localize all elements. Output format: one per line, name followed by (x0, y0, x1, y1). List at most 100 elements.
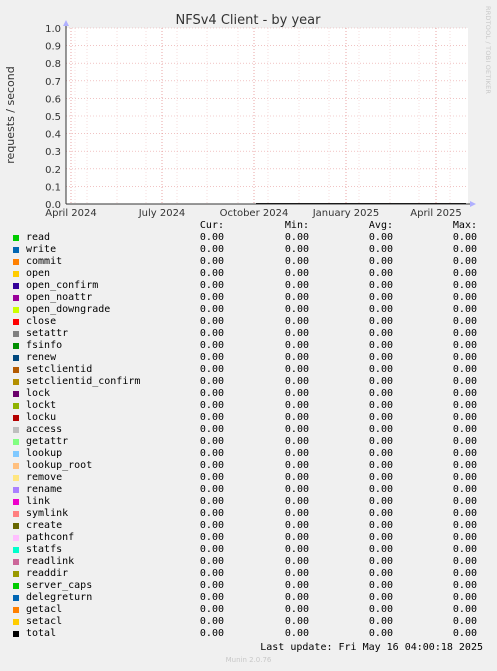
legend-row: total 0.00 0.00 0.00 0.00 (0, 628, 497, 640)
legend-min-value: 0.00 (284, 256, 309, 267)
legend-series-name: locku (26, 412, 57, 423)
legend-cur-value: 0.00 (199, 316, 224, 327)
legend-swatch (13, 355, 19, 361)
munin-version: Munin 2.0.76 (225, 656, 272, 664)
legend-max-value: 0.00 (452, 520, 477, 531)
legend-series-name: delegreturn (26, 592, 93, 603)
legend-max-value: 0.00 (452, 256, 477, 267)
legend-row: close 0.00 0.00 0.00 0.00 (0, 316, 497, 328)
legend-swatch (13, 391, 19, 397)
legend-series-name: lookup_root (26, 460, 93, 471)
legend-series-name: close (26, 316, 57, 327)
legend-swatch (13, 259, 19, 265)
legend-swatch (13, 463, 19, 469)
legend-cur-value: 0.00 (199, 616, 224, 627)
legend-max-value: 0.00 (452, 616, 477, 627)
legend-series-name: open (26, 268, 51, 279)
legend-row: open_noattr 0.00 0.00 0.00 0.00 (0, 292, 497, 304)
y-tick-label: 0.2 (45, 165, 61, 176)
legend-series-name: read (26, 232, 51, 243)
legend-min-value: 0.00 (284, 472, 309, 483)
legend-avg-value: 0.00 (368, 376, 393, 387)
legend-swatch (13, 439, 19, 445)
legend-table: Cur: Min: Avg: Max: read 0.00 0.00 0.00 0.00… (0, 220, 497, 640)
legend-row: open 0.00 0.00 0.00 0.00 (0, 268, 497, 280)
legend-avg-value: 0.00 (368, 316, 393, 327)
legend-avg-value: 0.00 (368, 352, 393, 363)
legend-avg-value: 0.00 (368, 496, 393, 507)
legend-avg-value: 0.00 (368, 244, 393, 255)
legend-cur-value: 0.00 (199, 352, 224, 363)
legend-swatch (13, 379, 19, 385)
legend-max-value: 0.00 (452, 568, 477, 579)
legend-max-value: 0.00 (452, 244, 477, 255)
legend-cur-value: 0.00 (199, 496, 224, 507)
legend-swatch (13, 571, 19, 577)
legend-avg-value: 0.00 (368, 448, 393, 459)
legend-series-name: create (26, 520, 63, 531)
legend-series-name: access (26, 424, 63, 435)
legend-max-value: 0.00 (452, 232, 477, 243)
legend-series-name: total (26, 628, 57, 639)
legend-avg-value: 0.00 (368, 628, 393, 639)
y-tick-label: 0.1 (45, 182, 61, 193)
legend-row: lock 0.00 0.00 0.00 0.00 (0, 388, 497, 400)
legend-row: read 0.00 0.00 0.00 0.00 (0, 232, 497, 244)
legend-min-value: 0.00 (284, 388, 309, 399)
legend-row: lookup_root 0.00 0.00 0.00 0.00 (0, 460, 497, 472)
legend-row: renew 0.00 0.00 0.00 0.00 (0, 352, 497, 364)
legend-avg-value: 0.00 (368, 556, 393, 567)
legend-min-value: 0.00 (284, 328, 309, 339)
legend-swatch (13, 511, 19, 517)
legend-avg-value: 0.00 (368, 532, 393, 543)
legend-min-value: 0.00 (284, 424, 309, 435)
legend-max-value: 0.00 (452, 400, 477, 411)
legend-cur-value: 0.00 (199, 256, 224, 267)
legend-avg-value: 0.00 (368, 616, 393, 627)
legend-series-name: server_caps (26, 580, 93, 591)
legend-max-value: 0.00 (452, 328, 477, 339)
legend-min-value: 0.00 (284, 496, 309, 507)
legend-max-value: 0.00 (452, 556, 477, 567)
legend-max-value: 0.00 (452, 424, 477, 435)
legend-cur-value: 0.00 (199, 232, 224, 243)
legend-cur-value: 0.00 (199, 340, 224, 351)
legend-min-value: 0.00 (284, 412, 309, 423)
legend-row: fsinfo 0.00 0.00 0.00 0.00 (0, 340, 497, 352)
legend-series-name: getattr (26, 436, 69, 447)
legend-cur-value: 0.00 (199, 280, 224, 291)
legend-series-name: lookup (26, 448, 63, 459)
legend-row: write 0.00 0.00 0.00 0.00 (0, 244, 497, 256)
legend-avg-value: 0.00 (368, 412, 393, 423)
legend-avg-value: 0.00 (368, 340, 393, 351)
legend-max-value: 0.00 (452, 628, 477, 639)
legend-swatch (13, 427, 19, 433)
legend-series-name: link (26, 496, 51, 507)
legend-max-value: 0.00 (452, 532, 477, 543)
legend-cur-value: 0.00 (199, 568, 224, 579)
legend-series-name: setclientid (26, 364, 93, 375)
x-tick-label: October 2024 (220, 208, 289, 218)
legend-row: remove 0.00 0.00 0.00 0.00 (0, 472, 497, 484)
legend-max-value: 0.00 (452, 484, 477, 495)
legend-avg-value: 0.00 (368, 580, 393, 591)
legend-min-value: 0.00 (284, 304, 309, 315)
legend-cur-value: 0.00 (199, 556, 224, 567)
legend-row: lookup 0.00 0.00 0.00 0.00 (0, 448, 497, 460)
legend-series-name: setclientid_confirm (26, 376, 141, 387)
legend-swatch (13, 487, 19, 493)
header-min: Min: (284, 220, 309, 231)
legend-min-value: 0.00 (284, 364, 309, 375)
legend-series-name: getacl (26, 604, 63, 615)
legend-min-value: 0.00 (284, 232, 309, 243)
legend-max-value: 0.00 (452, 604, 477, 615)
legend-cur-value: 0.00 (199, 592, 224, 603)
legend-avg-value: 0.00 (368, 292, 393, 303)
legend-cur-value: 0.00 (199, 268, 224, 279)
legend-cur-value: 0.00 (199, 328, 224, 339)
legend-max-value: 0.00 (452, 448, 477, 459)
legend-row: lockt 0.00 0.00 0.00 0.00 (0, 400, 497, 412)
legend-swatch (13, 619, 19, 625)
header-max: Max: (452, 220, 477, 231)
y-axis-arrow (63, 20, 69, 26)
